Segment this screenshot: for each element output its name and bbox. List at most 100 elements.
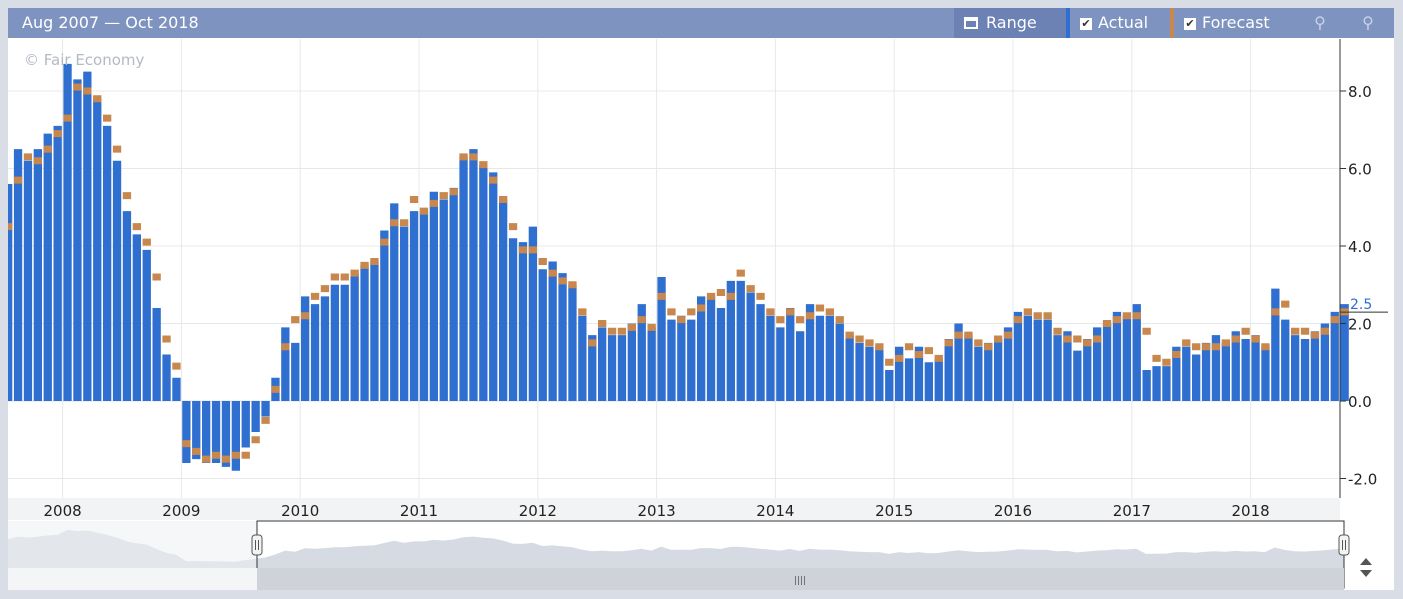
forecast-marker [1241, 327, 1250, 335]
actual-bar [449, 187, 458, 401]
forecast-marker [588, 339, 597, 347]
chart-canvas: 8.06.04.02.00.0-2.02.5 2008 2009 2010 2011 2… [8, 39, 1394, 590]
forecast-marker [469, 153, 478, 161]
forecast-marker [221, 455, 231, 463]
x-tick-label: 2018 [1232, 502, 1270, 520]
forecast-marker [301, 312, 310, 320]
x-tick-label: 2013 [638, 502, 676, 520]
actual-bar [1320, 323, 1329, 401]
actual-bar [1013, 311, 1023, 401]
forecast-marker [1300, 327, 1310, 335]
actual-bar [429, 191, 438, 401]
forecast-marker [1162, 358, 1171, 366]
actual-bar [944, 339, 953, 401]
forecast-marker [815, 304, 825, 312]
forecast-marker [429, 199, 438, 207]
actual-bar [924, 362, 933, 401]
x-tick-label: 2010 [281, 502, 319, 520]
actual-bar [172, 377, 181, 401]
forecast-marker [914, 351, 924, 358]
actual-bar [1162, 366, 1171, 401]
actual-bar [1310, 331, 1320, 401]
range-navigator[interactable]: |||| [8, 520, 1394, 590]
forecast-marker [865, 339, 874, 347]
forecast-marker [1261, 343, 1270, 351]
actual-bar [627, 323, 636, 401]
forecast-marker [1122, 312, 1131, 320]
actual-bar [815, 315, 825, 401]
actual-bar [350, 273, 359, 401]
forecast-marker [142, 238, 151, 246]
actual-bar [875, 346, 884, 401]
actual-bar [1033, 319, 1042, 401]
forecast-marker [291, 316, 300, 324]
forecast-marker [13, 176, 23, 184]
actual-bar [73, 79, 82, 401]
forecast-marker [835, 316, 844, 324]
actual-bar [360, 265, 369, 401]
forecast-marker [419, 207, 429, 215]
forecast-marker [647, 323, 656, 331]
actual-bar [578, 315, 587, 401]
actual-bar [934, 358, 943, 401]
actual-bar [43, 133, 52, 401]
forecast-marker [805, 312, 815, 320]
actual-bar [13, 149, 23, 401]
actual-bar [548, 261, 557, 401]
forecast-marker [400, 219, 409, 227]
actual-bar [1241, 339, 1250, 401]
navigator-mask [8, 521, 257, 568]
x-tick-label: 2015 [875, 502, 913, 520]
forecast-marker [1003, 331, 1013, 339]
forecast-marker [370, 258, 379, 265]
forecast-marker [568, 281, 577, 289]
x-tick-label: 2017 [1113, 502, 1151, 520]
actual-bar [845, 335, 854, 401]
forecast-marker [1053, 327, 1062, 335]
scroll-down-icon[interactable] [1360, 570, 1372, 577]
forecast-marker [1182, 339, 1191, 347]
forecast-marker [518, 246, 528, 254]
actual-bar [776, 327, 785, 401]
actual-bar [677, 315, 686, 401]
actual-bar [1281, 319, 1290, 401]
forecast-marker [43, 145, 52, 153]
forecast-marker [281, 343, 290, 351]
actual-bar [518, 242, 528, 401]
forecast-marker [33, 157, 42, 165]
forecast-marker [1063, 335, 1072, 343]
forecast-marker [1201, 343, 1211, 351]
actual-bar [1102, 323, 1112, 401]
forecast-marker [122, 192, 132, 200]
actual-bar [132, 234, 141, 401]
forecast-marker [1102, 320, 1112, 327]
navigator-handle[interactable] [1338, 534, 1350, 556]
actual-bar [93, 98, 102, 401]
forecast-marker [409, 196, 419, 203]
forecast-marker [1132, 312, 1141, 320]
actual-bar [499, 199, 508, 401]
forecast-marker [974, 339, 983, 347]
forecast-marker [558, 277, 567, 285]
actual-bar [489, 172, 498, 401]
forecast-marker [459, 153, 468, 161]
forecast-marker [885, 358, 894, 366]
x-axis: 2008 2009 2010 2011 2012 2013 2014 2015 2016 2017… [8, 498, 1340, 520]
actual-bar [241, 401, 250, 448]
forecast-marker [132, 223, 141, 231]
actual-bar [103, 125, 112, 401]
actual-bar [598, 327, 607, 401]
forecast-marker [1192, 343, 1201, 351]
actual-bar [152, 308, 161, 401]
forecast-marker [776, 316, 785, 324]
actual-bar [291, 342, 300, 401]
y-tick-label: 4.0 [1348, 238, 1372, 256]
forecast-marker [390, 219, 399, 227]
navigator-handle[interactable] [251, 534, 263, 556]
forecast-marker [875, 343, 884, 351]
forecast-marker [499, 196, 508, 203]
forecast-marker [103, 114, 112, 122]
forecast-marker [1251, 335, 1260, 343]
actual-bar [1083, 339, 1092, 401]
forecast-marker [1093, 335, 1102, 343]
